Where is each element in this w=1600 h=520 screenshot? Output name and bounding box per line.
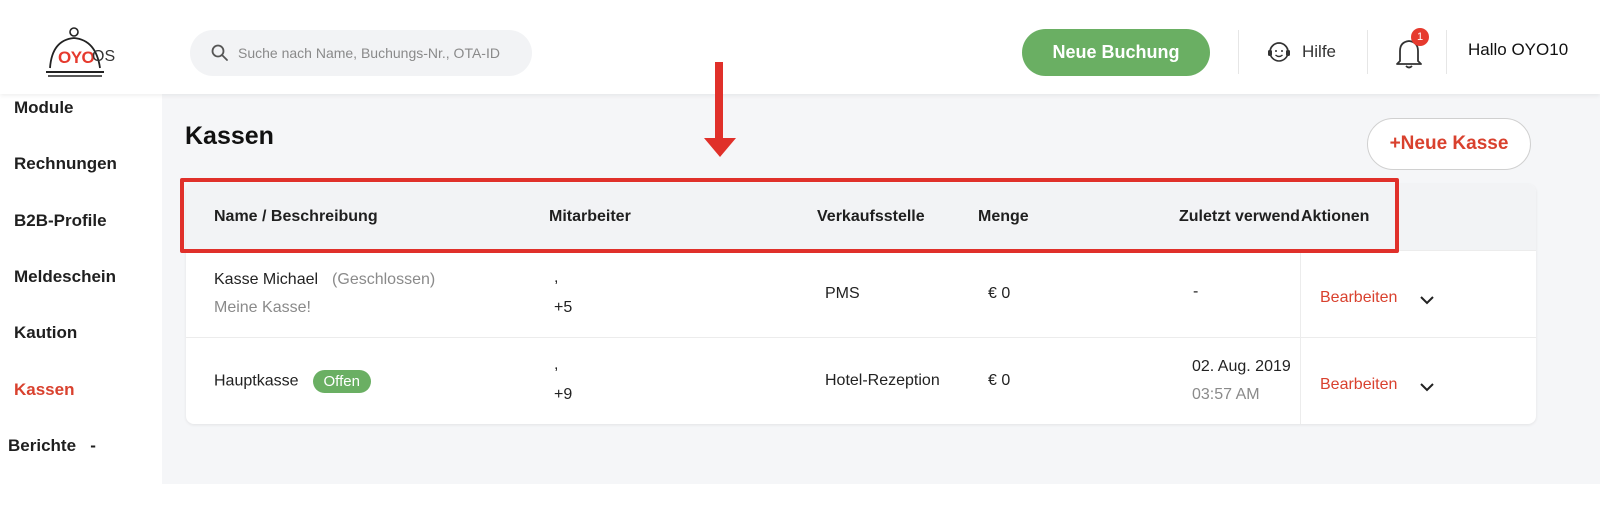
column-header-aktionen: Aktionen [1301, 208, 1370, 225]
table-row: Kasse Michael (Geschlossen) Meine Kasse! … [186, 250, 1536, 338]
header-divider [1367, 30, 1368, 74]
column-header-zuletzt-verwendet[interactable]: Zuletzt verwend [1179, 208, 1300, 226]
sidebar-item-kassen[interactable]: Kassen [14, 380, 74, 400]
logo-brand: OYO [58, 48, 95, 67]
kasse-name: Hauptkasse [214, 372, 299, 390]
column-header-name[interactable]: Name / Beschreibung [214, 208, 378, 226]
staff-separator: , [554, 356, 559, 373]
notifications-button[interactable]: 1 [1394, 28, 1429, 70]
sidebar-item-kaution[interactable]: Kaution [14, 323, 77, 343]
amount: € 0 [988, 285, 1011, 302]
sidebar-item-berichte[interactable]: Berichte - [8, 436, 96, 456]
last-used-time: 03:57 AM [1192, 386, 1260, 403]
sidebar: Module Rechnungen B2B-Profile Meldeschei… [0, 94, 162, 520]
kassen-table: Name / Beschreibung Mitarbeiter Verkaufs… [186, 184, 1536, 424]
chevron-down-icon[interactable] [1418, 378, 1436, 396]
chevron-down-icon[interactable] [1418, 291, 1436, 309]
kasse-name-cell: Kasse Michael (Geschlossen) [214, 271, 435, 289]
help-headset-icon [1268, 42, 1290, 62]
point-of-sale: PMS [825, 285, 860, 302]
new-booking-button[interactable]: Neue Buchung [1022, 29, 1210, 76]
search-icon [211, 44, 228, 61]
edit-link[interactable]: Bearbeiten [1320, 376, 1397, 394]
help-link[interactable]: Hilfe [1266, 38, 1336, 66]
search-bar[interactable] [190, 30, 532, 76]
staff-more-count[interactable]: +9 [554, 386, 572, 404]
actions-divider [1300, 251, 1301, 338]
edit-link[interactable]: Bearbeiten [1320, 289, 1397, 307]
new-kasse-button[interactable]: +Neue Kasse [1367, 118, 1531, 170]
search-input[interactable] [238, 30, 528, 76]
kasse-name-cell: Hauptkasse Offen [214, 370, 371, 393]
staff-separator: , [554, 269, 559, 286]
sidebar-item-b2b-profile[interactable]: B2B-Profile [14, 211, 107, 231]
amount: € 0 [988, 372, 1011, 389]
status-closed-label: (Geschlossen) [332, 271, 436, 288]
sidebar-item-module[interactable]: Module [14, 98, 74, 118]
staff-more-count[interactable]: +5 [554, 299, 572, 317]
user-greeting[interactable]: Hallo OYO10 [1468, 40, 1568, 60]
top-header: OYO OS Neue Buchung Hilfe 1 Hallo [0, 0, 1600, 94]
sidebar-item-rechnungen[interactable]: Rechnungen [14, 154, 117, 174]
kasse-description: Meine Kasse! [214, 299, 311, 316]
last-used-date: 02. Aug. 2019 [1192, 358, 1291, 375]
table-row: Hauptkasse Offen , +9 Hotel-Rezeption € 0… [186, 337, 1536, 424]
status-badge: Offen [312, 370, 371, 393]
header-divider [1446, 30, 1447, 74]
logo-suffix: OS [92, 48, 116, 65]
arrow-down-annotation [704, 62, 736, 157]
oyo-os-logo[interactable]: OYO OS [44, 26, 144, 82]
notification-badge: 1 [1411, 28, 1429, 46]
actions-divider [1300, 338, 1301, 424]
sidebar-item-meldeschein[interactable]: Meldeschein [14, 267, 116, 287]
help-label: Hilfe [1302, 42, 1337, 61]
point-of-sale: Hotel-Rezeption [825, 372, 940, 389]
column-header-mitarbeiter[interactable]: Mitarbeiter [549, 208, 631, 226]
page-title: Kassen [185, 122, 274, 150]
column-header-verkaufsstelle[interactable]: Verkaufsstelle [817, 208, 925, 226]
kasse-name: Kasse Michael [214, 271, 319, 288]
header-divider [1238, 30, 1239, 74]
column-header-menge[interactable]: Menge [978, 208, 1029, 226]
table-header: Name / Beschreibung Mitarbeiter Verkaufs… [186, 184, 1536, 250]
main-content: Kassen +Neue Kasse Name / Beschreibung M… [162, 94, 1600, 484]
last-used: - [1193, 283, 1199, 300]
